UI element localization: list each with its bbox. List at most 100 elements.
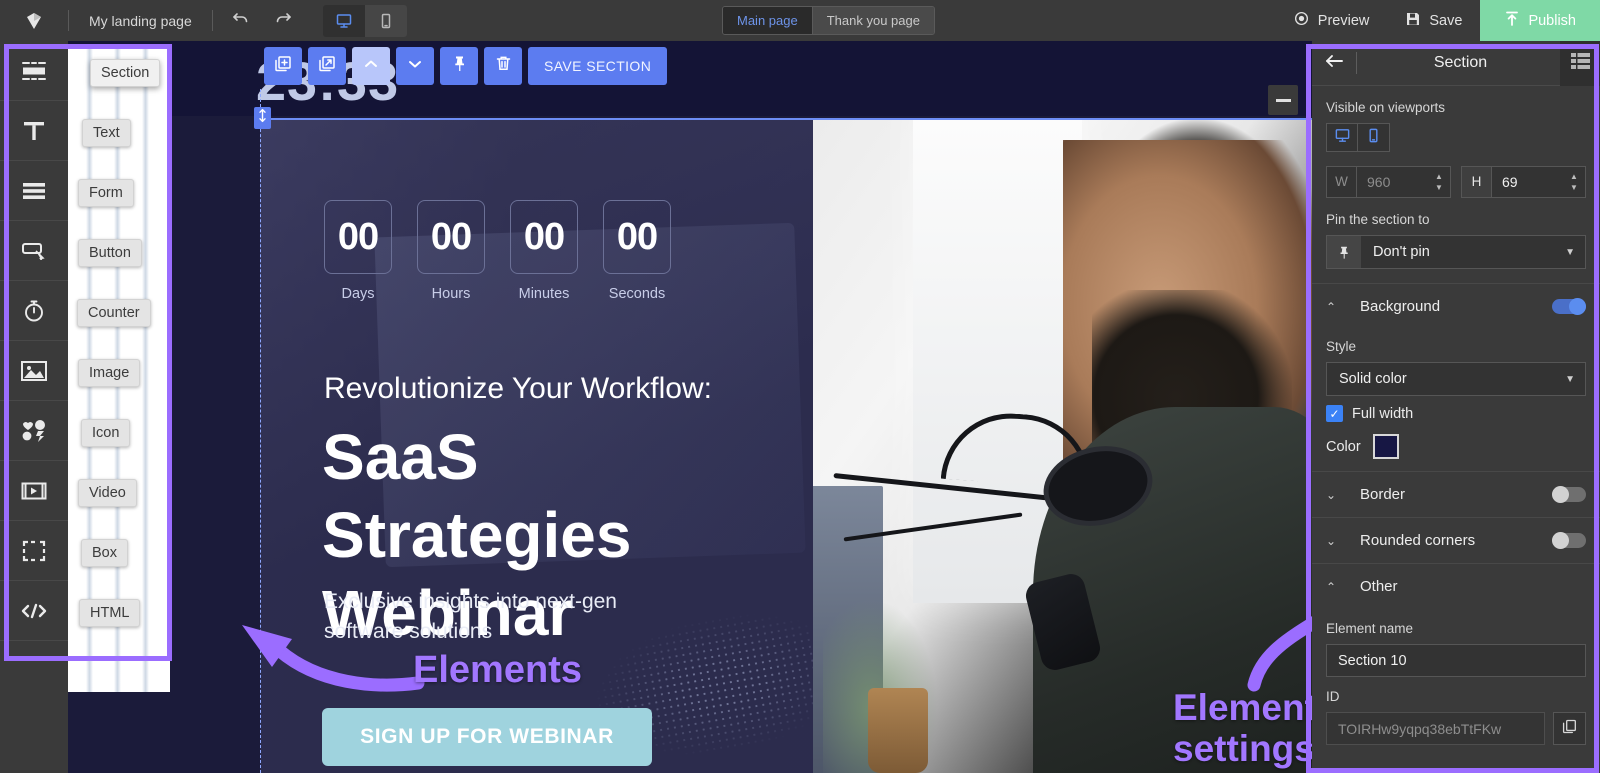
pin-section-label: Pin the section to <box>1326 212 1430 227</box>
app-logo[interactable] <box>0 0 68 41</box>
pin-icon <box>1327 236 1361 268</box>
duplicate-section-button[interactable] <box>264 47 302 85</box>
sidebar-item-icon[interactable] <box>0 401 68 461</box>
desktop-icon <box>335 12 353 30</box>
element-chip-section[interactable]: Section <box>90 59 161 87</box>
background-toggle[interactable] <box>1552 298 1586 315</box>
tab-main-page[interactable]: Main page <box>723 7 812 34</box>
copy-to-page-button[interactable] <box>308 47 346 85</box>
delete-section-button[interactable] <box>484 47 522 85</box>
element-chip-form[interactable]: Form <box>78 179 134 207</box>
element-chip-button[interactable]: Button <box>78 239 142 267</box>
sidebar-item-section[interactable] <box>0 41 68 101</box>
pin-icon <box>451 55 468 77</box>
settings-back-button[interactable] <box>1312 53 1356 74</box>
full-width-row[interactable]: ✓ Full width <box>1326 405 1586 422</box>
width-field[interactable]: W 960 ▲ ▼ <box>1326 166 1451 198</box>
element-name-input[interactable]: Section 10 <box>1326 644 1586 677</box>
section-dimensions: W 960 ▲ ▼ H 69 ▲ ▼ <box>1326 166 1586 198</box>
pin-section-select[interactable]: Don't pin ▼ <box>1326 235 1586 269</box>
viewport-visibility-group <box>1326 123 1586 152</box>
vento-logo-icon <box>23 10 45 32</box>
sidebar-item-text[interactable] <box>0 101 68 161</box>
annotation-line-2: settings <box>1173 728 1312 770</box>
border-accordion-header[interactable]: ⌄ Border <box>1312 471 1600 517</box>
background-accordion-header[interactable]: ⌃ Background <box>1312 283 1600 329</box>
element-chip-counter[interactable]: Counter <box>77 299 151 327</box>
move-section-down-button[interactable] <box>396 47 434 85</box>
chevron-up-icon <box>363 57 379 75</box>
element-chip-text[interactable]: Text <box>82 119 131 147</box>
redo-button[interactable] <box>267 5 299 37</box>
tab-thank-you-page[interactable]: Thank you page <box>811 7 934 34</box>
background-color-row: Color <box>1326 434 1586 459</box>
vertical-resize-icon <box>258 108 267 128</box>
project-title[interactable]: My landing page <box>69 0 212 41</box>
annotation-line-1: Element <box>1173 687 1312 728</box>
sidebar-item-button[interactable] <box>0 221 68 281</box>
sidebar-item-image[interactable] <box>0 341 68 401</box>
width-key-label: W <box>1327 167 1357 197</box>
visible-on-mobile-toggle[interactable] <box>1358 123 1390 152</box>
sidebar-item-counter[interactable] <box>0 281 68 341</box>
viewport-switcher <box>322 4 407 37</box>
hero-subtitle[interactable]: Exclusive insights into next-gen softwar… <box>324 587 654 647</box>
rounded-corners-toggle[interactable] <box>1552 532 1586 549</box>
height-field[interactable]: H 69 ▲ ▼ <box>1461 166 1586 198</box>
preview-label: Preview <box>1317 12 1370 29</box>
section-resize-handle[interactable] <box>254 107 271 129</box>
element-chip-box[interactable]: Box <box>81 539 128 567</box>
hero-eyebrow[interactable]: Revolutionize Your Workflow: <box>324 372 712 406</box>
element-chip-html[interactable]: HTML <box>79 599 141 627</box>
save-section-button[interactable]: SAVE SECTION <box>528 47 668 85</box>
height-stepper[interactable]: ▲ ▼ <box>1563 172 1585 191</box>
element-chip-video[interactable]: Video <box>78 479 137 507</box>
form-icon <box>21 182 47 200</box>
icon-set-icon <box>21 419 47 442</box>
countdown-value: 00 <box>417 200 485 274</box>
trash-icon <box>495 55 512 77</box>
preview-button[interactable]: Preview <box>1275 0 1388 41</box>
publish-button[interactable]: Publish <box>1480 0 1600 41</box>
full-width-checkbox[interactable]: ✓ <box>1326 405 1343 422</box>
sidebar-item-box[interactable] <box>0 521 68 581</box>
mobile-icon <box>1365 127 1382 149</box>
box-icon <box>22 540 46 562</box>
viewport-desktop-button[interactable] <box>322 4 365 37</box>
move-section-up-button[interactable] <box>352 47 390 85</box>
hero-cta-button[interactable]: SIGN UP FOR WEBINAR <box>322 708 652 766</box>
countdown-unit-minutes: 00 Minutes <box>510 200 578 302</box>
element-id-value[interactable]: TOIRHw9yqpq38ebTtFKw <box>1326 712 1545 745</box>
collapse-section-button[interactable] <box>1268 85 1298 115</box>
top-bar-actions: Preview Save Publish <box>1275 0 1600 41</box>
undo-button[interactable] <box>225 5 257 37</box>
background-color-swatch[interactable] <box>1372 434 1399 459</box>
element-chip-icon[interactable]: Icon <box>81 419 131 447</box>
countdown-timer[interactable]: 00 Days 00 Hours 00 Minutes 00 Seconds <box>324 200 671 302</box>
color-label: Color <box>1326 438 1361 455</box>
border-toggle[interactable] <box>1552 486 1586 503</box>
elements-annotation-label: Elements <box>413 649 582 691</box>
layers-list-button[interactable] <box>1560 41 1600 86</box>
eye-icon <box>1293 10 1310 31</box>
settings-panel-header: Section <box>1312 41 1600 86</box>
rounded-corners-accordion-title: Rounded corners <box>1360 532 1476 549</box>
pin-section-button[interactable] <box>440 47 478 85</box>
element-name-label: Element name <box>1326 621 1414 636</box>
viewport-mobile-button[interactable] <box>364 4 407 37</box>
page-canvas[interactable]: 23:33 <box>68 41 1312 773</box>
other-accordion-header[interactable]: ⌃ Other <box>1312 563 1600 609</box>
copy-id-button[interactable] <box>1553 712 1586 745</box>
width-stepper[interactable]: ▲ ▼ <box>1428 172 1450 191</box>
visible-on-desktop-toggle[interactable] <box>1326 123 1358 152</box>
element-id-row: TOIRHw9yqpq38ebTtFKw <box>1326 712 1586 745</box>
background-style-select[interactable]: Solid color ▼ <box>1326 362 1586 396</box>
sidebar-item-html[interactable] <box>0 581 68 641</box>
sidebar-item-form[interactable] <box>0 161 68 221</box>
height-key-label: H <box>1462 167 1492 197</box>
rounded-corners-accordion-header[interactable]: ⌄ Rounded corners <box>1312 517 1600 563</box>
height-value: 69 <box>1502 174 1518 190</box>
sidebar-item-video[interactable] <box>0 461 68 521</box>
element-chip-image[interactable]: Image <box>78 359 141 387</box>
save-button[interactable]: Save <box>1387 0 1480 41</box>
